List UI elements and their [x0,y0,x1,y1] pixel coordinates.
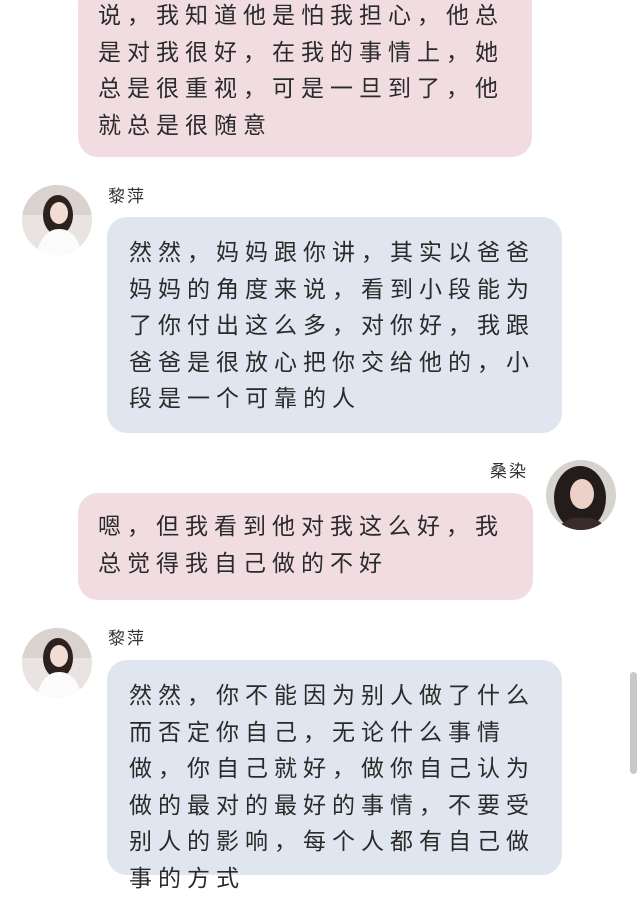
avatar-image [22,628,92,698]
message-text: 然然，你不能因为别人做了什么而否定你自己，无论什么事情做，你自己就好，做你自己认… [129,683,535,892]
avatar-sangran[interactable] [546,460,616,530]
avatar-liping[interactable] [22,185,92,255]
scrollbar[interactable] [630,672,637,774]
message-text: 嗯，但我看到他对我这么好，我总觉得我自己做的不好 [98,514,504,577]
avatar-liping[interactable] [22,628,92,698]
sender-name: 桑染 [490,462,528,482]
avatar-image [22,185,92,255]
message-bubble-right: 说，我知道他是怕我担心，他总是对我很好，在我的事情上，她总是很重视，可是一旦到了… [78,0,532,157]
avatar-image [546,460,616,530]
sender-name: 黎萍 [108,629,146,649]
message-bubble-left: 然然，你不能因为别人做了什么而否定你自己，无论什么事情做，你自己就好，做你自己认… [107,660,562,892]
message-bubble-right: 嗯，但我看到他对我这么好，我总觉得我自己做的不好 [78,493,533,600]
message-bubble-left: 然然，妈妈跟你讲，其实以爸爸妈妈的角度来说，看到小段能为了你付出这么多，对你好，… [107,217,562,433]
message-text: 说，我知道他是怕我担心，他总是对我很好，在我的事情上，她总是很重视，可是一旦到了… [98,3,504,139]
message-text: 然然，妈妈跟你讲，其实以爸爸妈妈的角度来说，看到小段能为了你付出这么多，对你好，… [129,240,535,412]
sender-name: 黎萍 [108,187,146,207]
